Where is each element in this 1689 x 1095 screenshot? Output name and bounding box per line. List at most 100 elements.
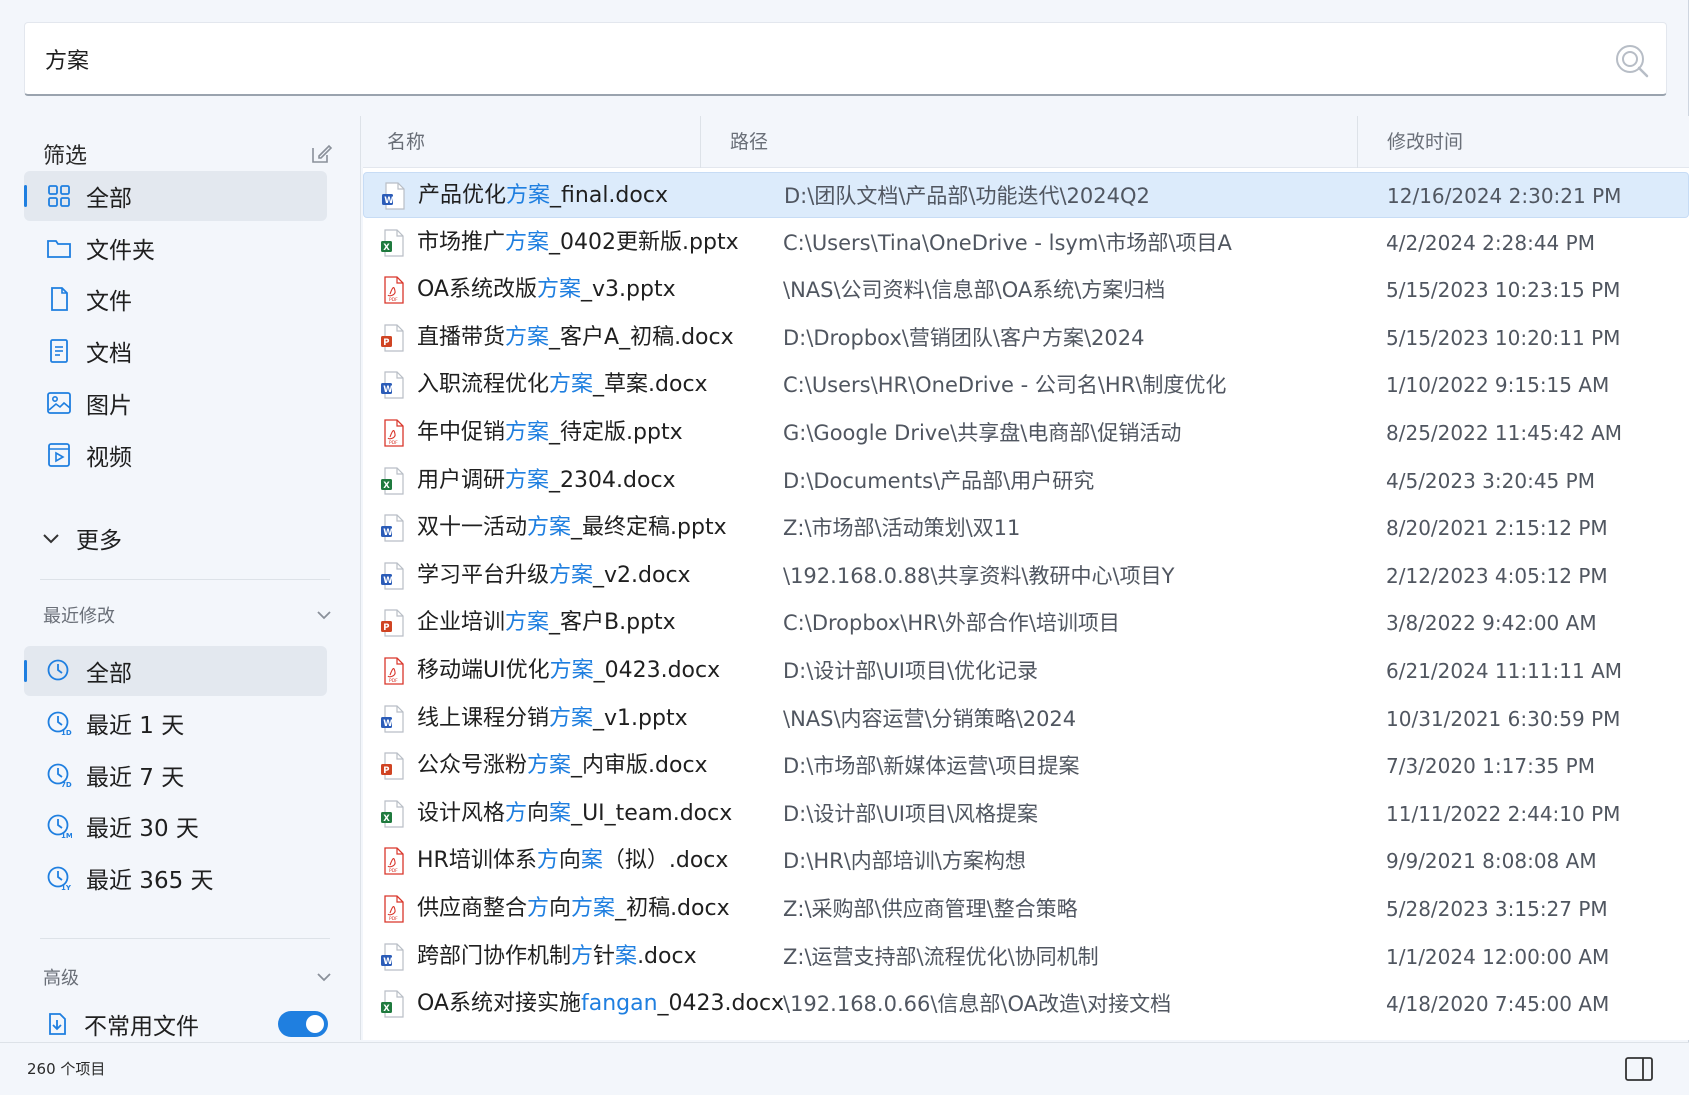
table-row[interactable]: P 公众号涨粉方案_内审版.docx D:\市场部\新媒体运营\项目提案 7/3/20…	[363, 743, 1689, 789]
svg-text:X: X	[383, 243, 390, 253]
preview-panel-icon[interactable]	[1625, 1057, 1653, 1081]
recent-filter-item[interactable]: 全部	[24, 646, 327, 696]
name-segment: 针	[593, 943, 616, 969]
recent-filter-label: 全部	[86, 661, 132, 687]
modified-time: 2/12/2023 4:05:12 PM	[1386, 563, 1608, 588]
table-row[interactable]: W 线上课程分销方案_v1.pptx \NAS\内容运营\分销策略\2024 10/3…	[363, 696, 1689, 742]
table-row[interactable]: W 学习平台升级方案_v2.docx \192.168.0.88\共享资料\教研中心…	[363, 553, 1689, 599]
match-highlight: 案	[615, 943, 638, 969]
file-path: \NAS\公司资料\信息部\OA系统\方案归档	[783, 278, 1166, 303]
table-row[interactable]: W 产品优化方案_final.docx D:\团队文档\产品部\功能迭代\2024Q…	[363, 172, 1689, 218]
file-name: 跨部门协作机制方针案.docx	[417, 934, 697, 980]
modified-time: 4/5/2023 3:20:45 PM	[1386, 468, 1595, 493]
recent-filter-item[interactable]: 7D 最近 7 天	[24, 750, 327, 800]
excel-file-icon: X	[381, 800, 404, 828]
divider	[40, 938, 330, 939]
name-segment: 设计风格	[417, 800, 506, 826]
table-row[interactable]: X 市场推广方案_0402更新版.pptx C:\Users\Tina\OneDri…	[363, 220, 1689, 266]
filter-type-item[interactable]: 图片	[24, 378, 327, 428]
advanced-section-title: 高级	[43, 968, 79, 989]
file-path: D:\团队文档\产品部\功能迭代\2024Q2	[784, 184, 1150, 208]
pdf-file-icon: PDF	[384, 276, 404, 304]
excel-file-icon: X	[381, 228, 404, 257]
column-header-path[interactable]: 路径	[730, 116, 768, 168]
table-row[interactable]: PDF 年中促销方案_待定版.pptx G:\Google Drive\共享盘\电商…	[363, 410, 1689, 456]
advanced-section-header[interactable]: 高级	[43, 964, 333, 992]
file-name: 移动端UI优化方案_0423.docx	[417, 648, 720, 694]
item-count: 260 个项目	[27, 1060, 106, 1078]
name-segment: .docx	[637, 943, 697, 969]
filter-type-item[interactable]: 文档	[24, 326, 327, 376]
match-highlight: 方案	[505, 467, 550, 493]
name-segment: _客户A_初稿.docx	[549, 324, 734, 350]
modified-time: 12/16/2024 2:30:21 PM	[1387, 184, 1622, 208]
table-row[interactable]: PDF HR培训体系方向案（拟）.docx D:\HR\内部培训\方案构想 9/9/2…	[363, 838, 1689, 884]
table-row[interactable]: W 跨部门协作机制方针案.docx Z:\运营支持部\流程优化\协同机制 1/1/20…	[363, 934, 1689, 980]
pdf-file-icon: PDF	[384, 895, 404, 923]
name-segment: （拟）.docx	[602, 848, 729, 874]
filter-type-item[interactable]: 全部	[24, 171, 327, 221]
name-segment: 向	[549, 896, 572, 921]
file-path: Z:\市场部\活动策划\双11	[783, 516, 1021, 541]
powerpoint-file-icon: P	[381, 609, 404, 637]
recent-filter-item[interactable]: 1Y 最近 365 天	[24, 853, 327, 903]
file-name: 学习平台升级方案_v2.docx	[417, 553, 691, 599]
name-segment: 向	[558, 848, 581, 874]
name-segment: 入职流程优化	[417, 372, 550, 398]
filter-type-item[interactable]: 文件夹	[24, 223, 327, 273]
search-input[interactable]	[45, 23, 1545, 95]
svg-text:1M: 1M	[61, 832, 72, 839]
table-row[interactable]: W 双十一活动方案_最终定稿.pptx Z:\市场部\活动策划\双11 8/20/20…	[363, 505, 1689, 551]
match-highlight: 方案	[505, 229, 550, 255]
filter-type-item[interactable]: 视频	[24, 430, 327, 480]
svg-text:PDF: PDF	[389, 440, 398, 446]
more-toggle[interactable]: 更多	[40, 521, 122, 555]
svg-text:7D: 7D	[61, 781, 72, 788]
name-segment: 产品优化	[418, 183, 507, 208]
image-icon	[47, 392, 71, 414]
excel-file-icon: X	[381, 990, 404, 1018]
svg-text:W: W	[383, 385, 393, 395]
column-divider[interactable]	[1357, 116, 1358, 168]
search-bar[interactable]	[24, 22, 1667, 96]
word-file-icon: W	[381, 371, 404, 399]
results-table: 名称 路径 修改时间 W 产品优化方案_final.docx D:\团队文档\产品部…	[363, 116, 1689, 1040]
recent-filter-item[interactable]: 1M 最近 30 天	[24, 801, 327, 851]
table-row[interactable]: X 设计风格方向案_UI_team.docx D:\设计部\UI项目\风格提案 11/…	[363, 791, 1689, 837]
file-path: D:\HR\内部培训\方案构想	[783, 849, 1026, 874]
filter-type-item[interactable]: 文件	[24, 274, 327, 324]
recent-filter-item[interactable]: 1D 最近 1 天	[24, 698, 327, 748]
filter-type-label: 文档	[86, 341, 132, 367]
powerpoint-file-icon: P	[381, 752, 404, 780]
match-highlight: 方	[505, 800, 528, 826]
table-row[interactable]: X OA系统对接实施fangan_0423.docx \192.168.0.66\信…	[363, 981, 1689, 1027]
file-path: G:\Google Drive\共享盘\电商部\促销活动	[783, 421, 1182, 445]
table-row[interactable]: W 入职流程优化方案_草案.docx C:\Users\HR\OneDrive - …	[363, 362, 1689, 408]
table-row[interactable]: X 用户调研方案_2304.docx D:\Documents\产品部\用户研究 4/…	[363, 458, 1689, 504]
folder-icon	[47, 240, 71, 258]
column-header-modified[interactable]: 修改时间	[1387, 116, 1463, 168]
table-row[interactable]: P 直播带货方案_客户A_初稿.docx D:\Dropbox\营销团队\客户方案\…	[363, 315, 1689, 361]
edit-icon[interactable]	[309, 142, 333, 166]
column-divider[interactable]	[700, 116, 701, 168]
file-name: OA系统对接实施fangan_0423.docx	[417, 981, 784, 1027]
table-row[interactable]: PDF OA系统改版方案_v3.pptx \NAS\公司资料\信息部\OA系统\方案…	[363, 267, 1689, 313]
file-path: D:\Documents\产品部\用户研究	[783, 468, 1095, 493]
modified-time: 5/15/2023 10:20:11 PM	[1386, 325, 1621, 350]
svg-text:X: X	[383, 814, 390, 824]
match-highlight: 方案	[505, 610, 550, 636]
column-header-name[interactable]: 名称	[387, 116, 425, 168]
recent-section-header[interactable]: 最近修改	[43, 602, 333, 630]
search-icon[interactable]	[1612, 41, 1650, 79]
name-segment: _内审版.docx	[571, 753, 708, 779]
filter-type-label: 视频	[86, 445, 132, 471]
table-row[interactable]: P 企业培训方案_客户B.pptx C:\Dropbox\HR\外部合作\培训项目 3…	[363, 600, 1689, 646]
name-segment: 年中促销	[417, 420, 506, 445]
name-segment: 双十一活动	[417, 515, 528, 541]
rare-files-toggle[interactable]	[278, 1011, 328, 1037]
word-file-icon: W	[381, 514, 404, 542]
table-row[interactable]: PDF 供应商整合方向方案_初稿.docx Z:\采购部\供应商管理\整合策略 5/2…	[363, 886, 1689, 932]
svg-text:P: P	[383, 338, 389, 348]
svg-text:1Y: 1Y	[61, 884, 72, 891]
table-row[interactable]: PDF 移动端UI优化方案_0423.docx D:\设计部\UI项目\优化记录 6/…	[363, 648, 1689, 694]
